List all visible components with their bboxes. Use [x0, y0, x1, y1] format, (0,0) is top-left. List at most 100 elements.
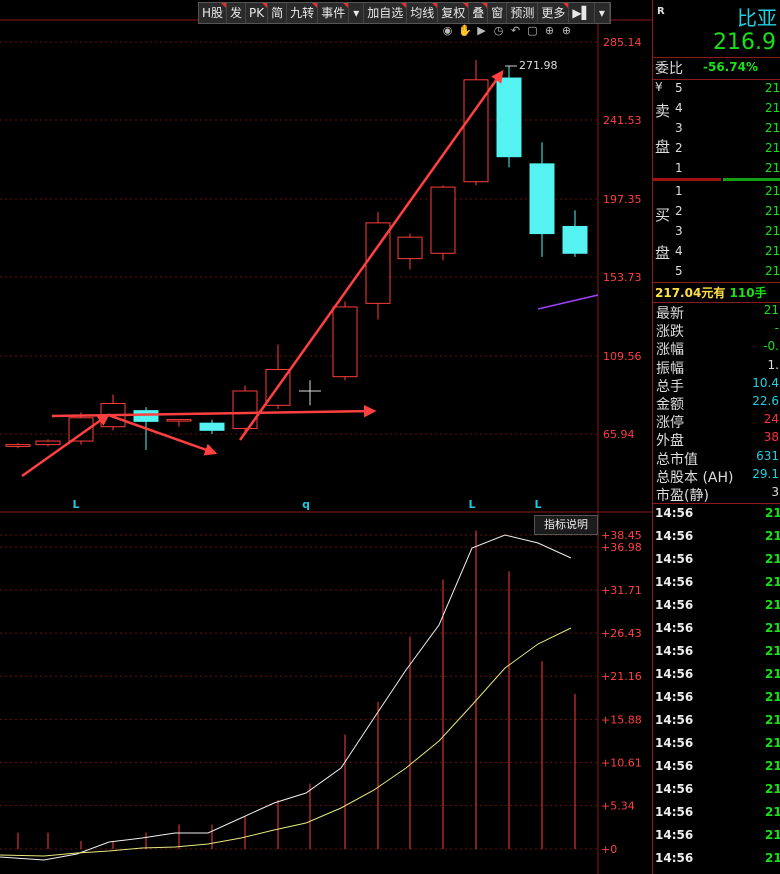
toolbar-item-11[interactable]: 窗 [488, 3, 508, 23]
level-num: 5 [675, 264, 683, 278]
tick-price: 21 [765, 644, 780, 658]
level-price: 21 [765, 204, 780, 218]
tick-price: 21 [765, 713, 780, 727]
tick-row: 14:56 21 [653, 598, 780, 621]
toolbar-item-10[interactable]: 叠 [469, 3, 489, 23]
x-marker-label: q [302, 498, 310, 511]
toolbar-item-3[interactable]: 简 [268, 3, 288, 23]
buy-row: 5 21 [653, 264, 780, 284]
candle-body [397, 236, 423, 260]
stat-value: -0. [763, 339, 779, 354]
level-price: 21 [765, 184, 780, 198]
indicator-tick-label: +26.43 [601, 627, 642, 640]
price-tick-label: 109.56 [603, 350, 642, 363]
tick-price: 21 [765, 529, 780, 543]
stat-value: 1. [767, 357, 779, 372]
toolbar-item-2[interactable]: PK [246, 3, 269, 23]
indicator-explain-button[interactable]: 指标说明 [534, 515, 598, 535]
candle-body [199, 422, 225, 431]
stat-label: 涨停 [656, 415, 684, 432]
level-price: 21 [765, 244, 780, 258]
toolbar-item-5[interactable]: 事件 [318, 3, 350, 23]
stat-row: 总股本 (AH) 29.1 [653, 466, 780, 486]
toolbar-item-14[interactable]: ▶▌ [569, 3, 595, 23]
tick-time: 14:56 [655, 805, 694, 819]
toolbar-item-12[interactable]: 预测 [507, 3, 539, 23]
hand-icon[interactable]: ✋ [458, 24, 472, 37]
candle-body [166, 419, 192, 422]
stat-value: 3 [771, 485, 779, 499]
tick-price: 21 [765, 759, 780, 773]
weibi-label: 委比 [655, 61, 683, 77]
level-num: 1 [675, 184, 683, 198]
order-summary: 217.04元有 110手 [655, 284, 767, 301]
toolbar-item-15[interactable]: ▾ [595, 3, 610, 23]
tick-row: 14:56 21 [653, 736, 780, 759]
tick-time: 14:56 [655, 621, 694, 635]
level-price: 21 [765, 121, 780, 135]
toolbar-item-4[interactable]: 九转 [287, 3, 319, 23]
buy-row: 4 21 [653, 244, 780, 264]
tick-time: 14:56 [655, 851, 694, 865]
undo-icon[interactable]: ↶ [509, 24, 522, 37]
candle-body [5, 444, 31, 447]
plus-circle-icon[interactable]: ⊕ [560, 24, 573, 37]
candle-body [529, 163, 555, 235]
candle-body [430, 186, 456, 254]
tick-time: 14:56 [655, 598, 694, 612]
level-num: 5 [675, 81, 683, 95]
stat-value: - [774, 321, 779, 336]
stat-label: 涨跌 [656, 324, 684, 341]
stat-label: 最新 [656, 306, 684, 322]
kline-svg[interactable]: 285.14 241.53 197.35 153.73 109.56 65.94 271.9… [0, 0, 652, 874]
stat-row: 涨停 24 [653, 412, 780, 432]
toolbar-item-6[interactable]: ▾ [349, 3, 365, 23]
tick-price: 21 [765, 690, 780, 704]
indicator-tick-label: +0 [601, 843, 617, 856]
level-num: 2 [675, 141, 683, 155]
tick-price: 21 [765, 598, 780, 612]
tick-row: 14:56 21 [653, 644, 780, 667]
lock-icon[interactable]: ▢ [526, 24, 539, 37]
stat-row: 总市值 631 [653, 449, 780, 468]
stat-label: 外盘 [656, 433, 684, 450]
stat-row: 最新 21 [653, 303, 780, 322]
tick-price: 21 [765, 621, 780, 635]
indicator-white-line [0, 534, 572, 861]
toolbar-item-13[interactable]: 更多 [538, 3, 570, 23]
stat-label: 总手 [656, 378, 684, 395]
indicator-yellow-line [0, 627, 572, 857]
level-price: 21 [765, 264, 780, 278]
x-marker-label: L [72, 498, 79, 511]
summary-mid: 元有 [701, 286, 726, 300]
tick-row: 14:56 21 [653, 851, 780, 874]
tick-row: 14:56 21 [653, 759, 780, 782]
play-icon[interactable]: ▶ [475, 24, 488, 37]
x-marker-label: L [534, 498, 541, 511]
chart-tools: ◉ ✋ ▶ ◷ ↶ ▢ ⊕ ⊕ [441, 24, 573, 37]
indicator-tick-label: +15.88 [601, 713, 642, 726]
clock-icon[interactable]: ◷ [492, 24, 505, 37]
indicator-tick-label: +21.16 [601, 670, 642, 683]
stat-value: 10.4 [752, 375, 779, 390]
toolbar-item-8[interactable]: 均线 [407, 3, 439, 23]
tick-time: 14:56 [655, 667, 694, 681]
candle-body [332, 306, 358, 378]
indicator-tick-label: +10.61 [601, 756, 642, 769]
stat-row: 总手 10.4 [653, 375, 780, 395]
stat-label: 市盈(静) [656, 488, 709, 504]
kline-chart-area[interactable]: 285.14 241.53 197.35 153.73 109.56 65.94 271.9… [0, 0, 652, 874]
level-price: 21 [765, 224, 780, 238]
sell-row: 3 21 [653, 121, 780, 141]
tick-time: 14:56 [655, 690, 694, 704]
toolbar-item-0[interactable]: H股 [199, 3, 228, 23]
tick-row: 14:56 21 [653, 690, 780, 713]
plus-icon[interactable]: ⊕ [543, 24, 556, 37]
candle-body [496, 77, 522, 158]
toolbar-item-1[interactable]: 发 [227, 3, 247, 23]
eye-icon[interactable]: ◉ [441, 24, 454, 37]
stat-value: 24 [763, 412, 779, 427]
toolbar-item-7[interactable]: 加自选 [364, 3, 408, 23]
toolbar-item-9[interactable]: 复权 [438, 3, 470, 23]
stat-value: 29.1 [752, 466, 779, 481]
